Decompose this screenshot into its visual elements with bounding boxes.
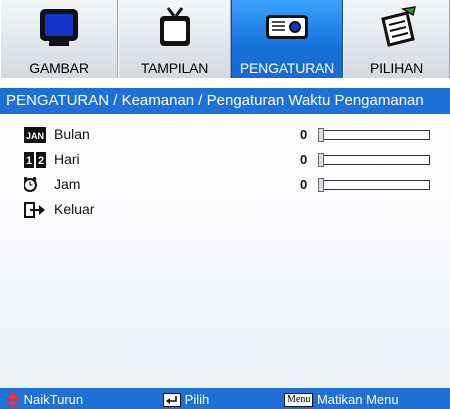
footer-menu: Menu Matikan Menu bbox=[284, 388, 399, 409]
footer-menu-label: Matikan Menu bbox=[316, 392, 399, 408]
monitor-icon bbox=[40, 9, 78, 46]
row-label: Bulan bbox=[54, 126, 90, 142]
footer-select-label: Pilih bbox=[184, 392, 210, 408]
jam-slider[interactable] bbox=[318, 178, 430, 192]
slider-thumb[interactable] bbox=[318, 128, 324, 142]
footer-nav-label: NaikTurun bbox=[23, 392, 84, 408]
tab-label: GAMBAR bbox=[29, 60, 89, 76]
row-jam[interactable]: Jam 0 bbox=[0, 174, 450, 196]
calendar-month-icon: JAN bbox=[24, 127, 46, 143]
svg-text:2: 2 bbox=[38, 155, 44, 167]
row-bulan[interactable]: JAN Bulan 0 bbox=[0, 124, 450, 146]
settings-panel: JAN Bulan 0 1 2 Hari 0 Jam 0 Keluar bbox=[0, 114, 450, 388]
slider-track bbox=[322, 130, 430, 140]
tab-label: PILIHAN bbox=[369, 60, 424, 76]
row-hari[interactable]: 1 2 Hari 0 bbox=[0, 149, 450, 171]
row-label: Jam bbox=[54, 176, 81, 192]
svg-text:JAN: JAN bbox=[26, 131, 44, 141]
tab-label: TAMPILAN bbox=[140, 60, 209, 76]
osd-menu: GAMBAR TAMPILAN PENGATURAN PILIHAN PENGA… bbox=[0, 0, 450, 409]
menu-key-icon: Menu bbox=[284, 392, 314, 407]
hari-slider[interactable] bbox=[318, 153, 430, 167]
tab-label: PENGATURAN bbox=[239, 60, 335, 76]
row-value: 0 bbox=[300, 127, 308, 142]
footer-nav: NaikTurun bbox=[6, 388, 83, 409]
tab-bar: GAMBAR TAMPILAN PENGATURAN PILIHAN bbox=[0, 0, 450, 78]
tab-gambar[interactable]: GAMBAR bbox=[0, 0, 118, 78]
tv-icon bbox=[159, 7, 190, 46]
projector-icon bbox=[266, 15, 308, 39]
tab-tampilan[interactable]: TAMPILAN bbox=[118, 0, 231, 78]
up-down-arrow-icon bbox=[7, 391, 19, 408]
alarm-clock-icon bbox=[24, 177, 37, 192]
footer-select: Pilih bbox=[163, 388, 209, 409]
svg-text:1: 1 bbox=[26, 155, 32, 167]
breadcrumb: PENGATURAN / Keamanan / Pengaturan Waktu… bbox=[0, 88, 450, 114]
row-value: 0 bbox=[300, 152, 308, 167]
row-keluar[interactable]: Keluar bbox=[0, 199, 450, 221]
enter-key-icon bbox=[163, 392, 181, 407]
notepad-pen-icon bbox=[380, 6, 416, 47]
footer-hint-bar: NaikTurun Pilih Menu Matikan Menu bbox=[0, 388, 450, 409]
tab-pengaturan[interactable]: PENGATURAN bbox=[231, 0, 343, 78]
slider-track bbox=[322, 155, 430, 165]
slider-thumb[interactable] bbox=[318, 153, 324, 167]
row-label: Hari bbox=[54, 151, 80, 167]
slider-thumb[interactable] bbox=[318, 178, 324, 192]
slider-track bbox=[322, 180, 430, 190]
row-label: Keluar bbox=[54, 201, 95, 217]
tab-pilihan[interactable]: PILIHAN bbox=[343, 0, 450, 78]
calendar-day-icon: 1 2 bbox=[24, 152, 46, 168]
bulan-slider[interactable] bbox=[318, 128, 430, 142]
row-value: 0 bbox=[300, 177, 308, 192]
exit-icon bbox=[24, 202, 45, 218]
